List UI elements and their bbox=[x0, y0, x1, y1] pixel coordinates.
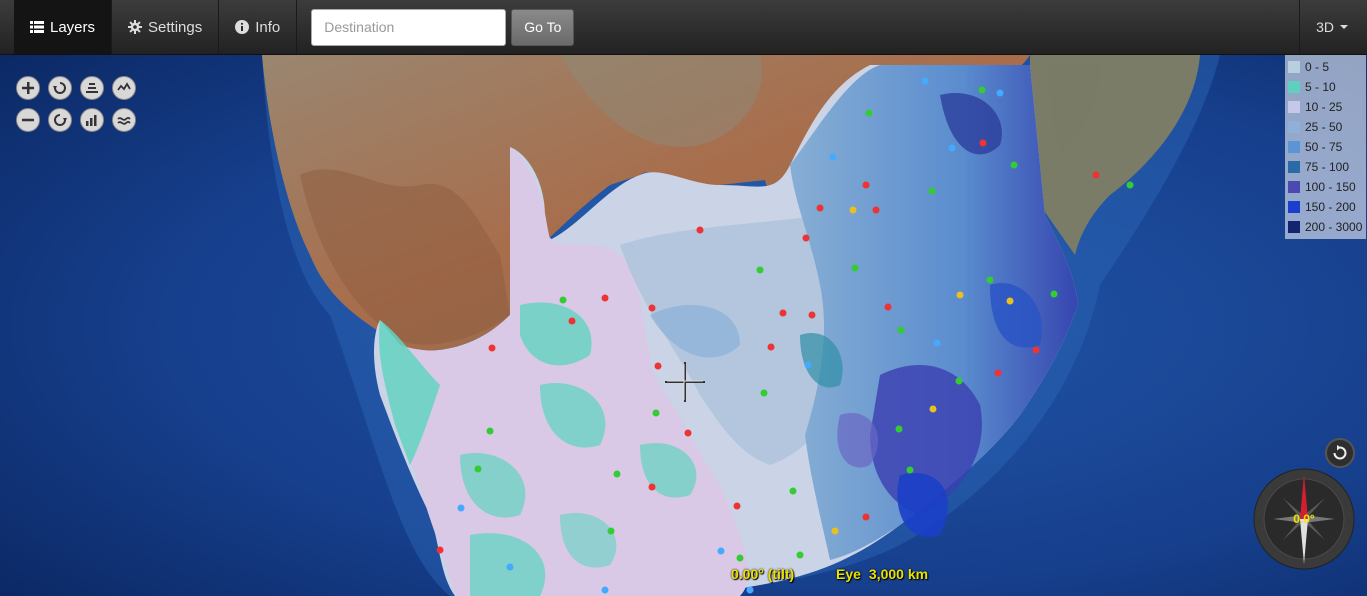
go-to-button[interactable]: Go To bbox=[511, 8, 575, 46]
crosshair-icon bbox=[665, 362, 705, 402]
legend-label: 150 - 200 bbox=[1305, 200, 1356, 214]
tilt-readout: 0.00° (tilt) bbox=[731, 566, 795, 582]
tilt-down-icon[interactable] bbox=[80, 108, 104, 132]
legend-label: 10 - 25 bbox=[1305, 100, 1343, 114]
tab-layers[interactable]: Layers bbox=[14, 0, 113, 54]
legend-label: 25 - 50 bbox=[1305, 120, 1343, 134]
legend-swatch bbox=[1288, 201, 1300, 213]
rotate-left-icon[interactable] bbox=[48, 76, 72, 100]
legend-swatch bbox=[1288, 101, 1300, 113]
legend-swatch bbox=[1288, 81, 1300, 93]
legend-item: 50 - 75 bbox=[1285, 137, 1366, 157]
caret-down-icon bbox=[1340, 25, 1348, 29]
legend-item: 10 - 25 bbox=[1285, 97, 1366, 117]
legend-label: 100 - 150 bbox=[1305, 180, 1356, 194]
eye-altitude-readout: Eye 3,000 km bbox=[836, 566, 928, 582]
destination-input[interactable] bbox=[311, 8, 507, 46]
compass[interactable]: 0.0° bbox=[1253, 468, 1355, 570]
zoom-in-icon[interactable] bbox=[16, 76, 40, 100]
tab-settings-label: Settings bbox=[148, 18, 203, 36]
legend-swatch bbox=[1288, 181, 1300, 193]
reset-heading-button[interactable] bbox=[1325, 438, 1355, 468]
tab-info-label: Info bbox=[255, 18, 281, 36]
legend-swatch bbox=[1288, 121, 1300, 133]
legend-swatch bbox=[1288, 161, 1300, 173]
legend-item: 150 - 200 bbox=[1285, 197, 1366, 217]
rotate-right-icon[interactable] bbox=[48, 108, 72, 132]
legend-label: 75 - 100 bbox=[1305, 160, 1350, 174]
exaggeration-down-icon[interactable] bbox=[112, 108, 136, 132]
legend-label: 5 - 10 bbox=[1305, 80, 1336, 94]
map-legend: 0 - 5 5 - 10 10 - 25 25 - 50 50 - 75 75 … bbox=[1285, 55, 1366, 239]
globe-map[interactable] bbox=[0, 55, 1367, 596]
tab-info[interactable]: Info bbox=[219, 0, 298, 54]
legend-label: 0 - 5 bbox=[1305, 60, 1330, 74]
app-window: Layers Settings Info Go To 3D bbox=[0, 0, 1367, 596]
eye-value: 3,000 km bbox=[868, 566, 929, 582]
legend-swatch bbox=[1288, 141, 1300, 153]
legend-item: 200 - 3000 bbox=[1285, 217, 1366, 237]
view-mode-label: 3D bbox=[1316, 19, 1334, 35]
legend-item: 100 - 150 bbox=[1285, 177, 1366, 197]
legend-swatch bbox=[1288, 61, 1300, 73]
compass-heading: 0.0° bbox=[1293, 512, 1315, 526]
reset-icon bbox=[1333, 445, 1347, 460]
legend-item: 75 - 100 bbox=[1285, 157, 1366, 177]
navigation-tools bbox=[16, 76, 136, 132]
tab-settings[interactable]: Settings bbox=[112, 0, 220, 54]
list-icon bbox=[30, 21, 44, 33]
view-mode-dropdown[interactable]: 3D bbox=[1299, 0, 1364, 54]
info-icon bbox=[235, 20, 250, 34]
tilt-up-icon[interactable] bbox=[80, 76, 104, 100]
legend-item: 25 - 50 bbox=[1285, 117, 1366, 137]
exaggeration-up-icon[interactable] bbox=[112, 76, 136, 100]
legend-item: 5 - 10 bbox=[1285, 77, 1366, 97]
eye-label: Eye bbox=[836, 566, 861, 582]
map-terrain bbox=[0, 55, 1367, 596]
legend-item: 0 - 5 bbox=[1285, 57, 1366, 77]
zoom-out-icon[interactable] bbox=[16, 108, 40, 132]
legend-label: 50 - 75 bbox=[1305, 140, 1343, 154]
gear-icon bbox=[128, 20, 143, 34]
tab-layers-label: Layers bbox=[50, 18, 96, 36]
legend-swatch bbox=[1288, 221, 1300, 233]
top-navbar: Layers Settings Info Go To 3D bbox=[0, 0, 1367, 55]
legend-label: 200 - 3000 bbox=[1305, 220, 1363, 234]
